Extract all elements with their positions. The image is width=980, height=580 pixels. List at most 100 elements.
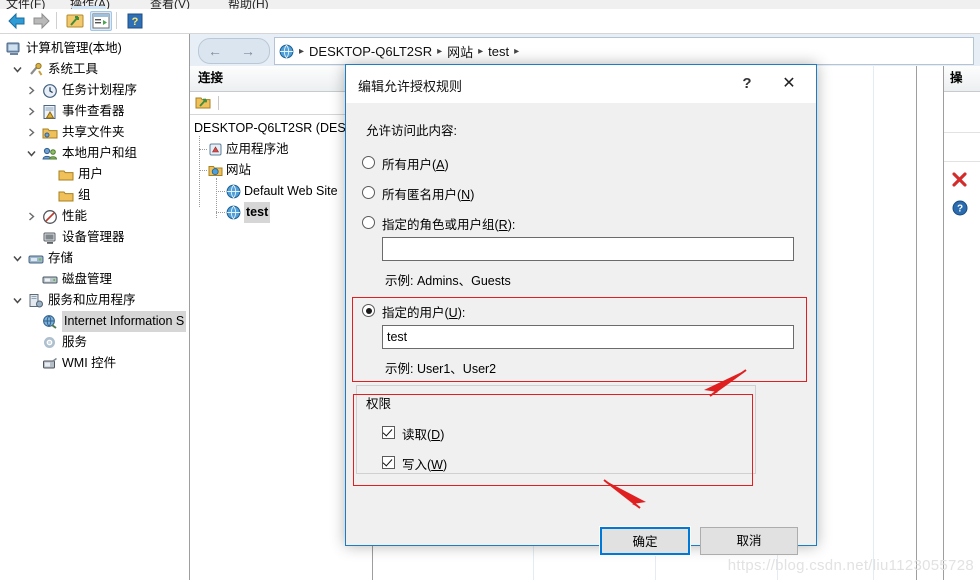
dialog-title-bar[interactable]: 编辑允许授权规则 ? ✕	[346, 65, 816, 103]
close-icon[interactable]: ✕	[774, 72, 804, 96]
tree-item-label: WMI 控件	[62, 356, 117, 370]
tree-item-services-and-applications[interactable]: 服务和应用程序	[0, 290, 189, 311]
computer-icon	[6, 41, 22, 57]
tree-item-label: 共享文件夹	[62, 125, 125, 139]
connections-node-label: test	[244, 202, 271, 223]
breadcrumb[interactable]: ▸ DESKTOP-Q6LT2SR ▸ 网站 ▸ test ▸	[274, 37, 974, 65]
help-icon[interactable]: ?	[124, 11, 146, 31]
chevron-right-icon[interactable]	[26, 106, 37, 117]
forward-arrow-icon[interactable]	[30, 11, 52, 31]
tree-item-computer-management[interactable]: 计算机管理(本地)	[0, 38, 189, 59]
tree-item-wmi-control[interactable]: WMI 控件	[0, 353, 189, 374]
folder-icon	[58, 188, 74, 204]
connections-node-label: DESKTOP-Q6LT2SR (DESI	[194, 121, 350, 135]
tree-item-label: Internet Information S	[62, 311, 187, 332]
connect-icon[interactable]	[195, 95, 211, 111]
navigation-buttons[interactable]: ← →	[198, 38, 270, 64]
shared-folder-icon	[42, 125, 58, 141]
tree-item-disk-management[interactable]: 磁盘管理	[0, 269, 189, 290]
tree-item-label: 性能	[62, 209, 88, 223]
svg-text:?: ?	[957, 204, 963, 215]
tree-item-system-tools[interactable]: 系统工具	[0, 59, 189, 80]
iis-icon	[42, 314, 58, 330]
connections-node-label: 网站	[226, 163, 252, 177]
globe-icon	[226, 205, 241, 220]
breadcrumb-separator: ▸	[437, 45, 443, 57]
address-bar: ← → ▸ DESKTOP-Q6LT2SR ▸ 网站 ▸ test ▸	[190, 34, 980, 67]
tree-item-groups[interactable]: 组	[0, 185, 189, 206]
radio-label: 所有匿名用户(N)	[382, 188, 475, 202]
chevron-down-icon[interactable]	[26, 148, 37, 159]
back-arrow-icon[interactable]: ←	[208, 44, 222, 58]
folder-icon	[58, 167, 74, 183]
chevron-right-icon[interactable]	[26, 211, 37, 222]
radio-indicator[interactable]	[362, 156, 375, 169]
breadcrumb-item-test[interactable]: test	[488, 44, 509, 59]
chevron-right-icon[interactable]	[26, 85, 37, 96]
storage-icon	[28, 251, 44, 267]
tree-item-label: 本地用户和组	[62, 146, 138, 160]
tree-item-shared-folders[interactable]: 共享文件夹	[0, 122, 189, 143]
connections-toolbar-separator	[218, 96, 219, 110]
app-window: 文件(F) 操作(A) 查看(V) 帮助(H) ? 计算机管理(本地) 系统工具…	[0, 0, 980, 580]
roles-or-groups-input[interactable]	[382, 237, 794, 261]
tree-item-label: 存储	[48, 251, 74, 265]
app-pools-icon	[208, 142, 223, 157]
ok-button[interactable]: 确定	[599, 526, 691, 556]
show-hide-console-tree-icon[interactable]	[90, 11, 112, 31]
tree-item-task-scheduler[interactable]: 任务计划程序	[0, 80, 189, 101]
help-circle-icon[interactable]: ?	[952, 200, 968, 219]
dialog-title: 编辑允许授权规则	[358, 79, 463, 94]
radio-indicator[interactable]	[362, 216, 375, 229]
toolbar-separator-1	[56, 12, 57, 29]
actions-header: 操	[944, 66, 980, 92]
performance-icon	[42, 209, 58, 225]
breadcrumb-item-server[interactable]: DESKTOP-Q6LT2SR	[309, 44, 432, 59]
tree-item-local-users-groups[interactable]: 本地用户和组	[0, 143, 189, 164]
actions-item-remove[interactable]	[944, 162, 980, 196]
tree-item-users[interactable]: 用户	[0, 164, 189, 185]
delete-x-icon[interactable]	[951, 171, 968, 191]
grid-column-divider	[916, 66, 917, 580]
services-gear-icon	[42, 335, 58, 351]
globe-icon	[226, 184, 241, 199]
actions-pane: 操 ?	[943, 66, 980, 580]
annotation-arrow-to-ok	[603, 479, 646, 509]
tree-item-label: 任务计划程序	[62, 83, 138, 97]
properties-icon[interactable]	[64, 11, 86, 31]
tree-connector-line	[199, 170, 207, 171]
wmi-icon	[42, 356, 58, 372]
console-toolbar[interactable]: ?	[0, 9, 980, 34]
disk-icon	[42, 272, 58, 288]
radio-indicator[interactable]	[362, 186, 375, 199]
services-apps-icon	[28, 293, 44, 309]
tree-item-device-manager[interactable]: 设备管理器	[0, 227, 189, 248]
chevron-down-icon[interactable]	[12, 253, 23, 264]
cancel-button[interactable]: 取消	[700, 527, 798, 555]
breadcrumb-item-sites[interactable]: 网站	[447, 42, 473, 61]
annotation-arrow-to-users	[704, 369, 747, 397]
tree-connector-line	[216, 191, 225, 192]
grid-column-divider	[873, 66, 874, 580]
tree-item-label: 系统工具	[48, 62, 99, 76]
dialog-help-button[interactable]: ?	[734, 72, 760, 96]
forward-arrow-icon[interactable]: →	[241, 44, 255, 58]
chevron-down-icon[interactable]	[12, 64, 23, 75]
console-tree-panel[interactable]: 计算机管理(本地) 系统工具 任务计划程序 事件查看器 共享文件夹 本地用户和组…	[0, 34, 190, 580]
tree-item-storage[interactable]: 存储	[0, 248, 189, 269]
tree-item-services[interactable]: 服务	[0, 332, 189, 353]
device-manager-icon	[42, 230, 58, 246]
chevron-right-icon[interactable]	[26, 127, 37, 138]
users-group-icon	[42, 146, 58, 162]
tree-item-event-viewer[interactable]: 事件查看器	[0, 101, 189, 122]
tools-icon	[28, 62, 44, 78]
sites-folder-icon	[208, 163, 223, 178]
tree-item-internet-information-services[interactable]: Internet Information S	[0, 311, 189, 332]
chevron-down-icon[interactable]	[12, 295, 23, 306]
actions-item-help[interactable]: ?	[944, 196, 980, 226]
tree-item-performance[interactable]: 性能	[0, 206, 189, 227]
radio-label: 所有用户(A)	[382, 158, 449, 172]
dialog-prompt: 允许访问此内容:	[366, 124, 457, 138]
back-arrow-icon[interactable]	[6, 11, 28, 31]
radio-label: 指定的角色或用户组(R):	[382, 218, 516, 232]
